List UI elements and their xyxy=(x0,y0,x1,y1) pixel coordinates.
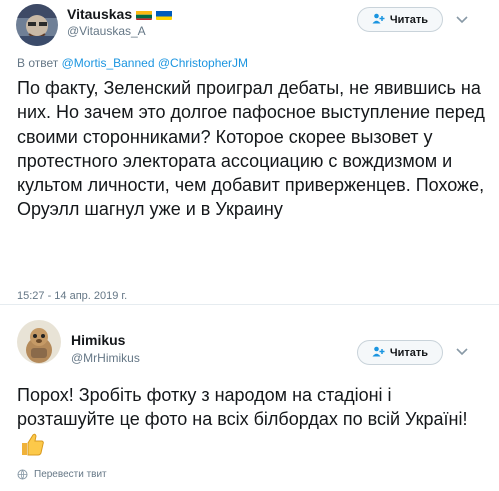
tweet-card: Vitauskas @Vitauskas_A Читать В ответ @M… xyxy=(0,0,499,305)
follow-button-label: Читать xyxy=(389,346,429,359)
lithuania-flag-icon xyxy=(136,9,153,20)
tweet-text: По факту, Зеленский проиграл дебаты, не … xyxy=(17,78,485,220)
follow-button-label: Читать xyxy=(389,13,429,26)
user-handle[interactable]: @MrHimikus xyxy=(71,351,140,365)
user-avatar-image xyxy=(17,320,61,364)
avatar[interactable] xyxy=(17,320,61,364)
avatar[interactable] xyxy=(16,4,58,46)
chevron-down-icon[interactable] xyxy=(455,13,469,27)
translate-link[interactable]: Перевести твит xyxy=(17,469,107,480)
thumbs-up-icon xyxy=(22,433,44,456)
user-handle[interactable]: @Vitauskas_A xyxy=(67,24,146,38)
globe-icon xyxy=(17,469,28,480)
tweet-text: Порох! Зробіть фотку з народом на стадіо… xyxy=(17,383,487,458)
mention-link[interactable]: @Mortis_Banned xyxy=(62,56,155,70)
mention-link[interactable]: @ChristopherJM xyxy=(158,56,248,70)
reply-context: В ответ @Mortis_Banned @ChristopherJM xyxy=(17,56,249,70)
follow-icon xyxy=(372,13,385,27)
follow-button[interactable]: Читать xyxy=(357,340,443,365)
display-name[interactable]: Himikus xyxy=(71,332,125,348)
user-avatar-image xyxy=(16,4,58,46)
tweet-timestamp[interactable]: 15:27 - 14 апр. 2019 г. xyxy=(17,290,127,302)
translate-label: Перевести твит xyxy=(34,469,107,480)
chevron-down-icon[interactable] xyxy=(455,345,469,359)
follow-button[interactable]: Читать xyxy=(357,7,443,32)
display-name[interactable]: Vitauskas xyxy=(67,6,173,22)
follow-icon xyxy=(372,346,385,360)
ukraine-flag-icon xyxy=(156,9,173,20)
